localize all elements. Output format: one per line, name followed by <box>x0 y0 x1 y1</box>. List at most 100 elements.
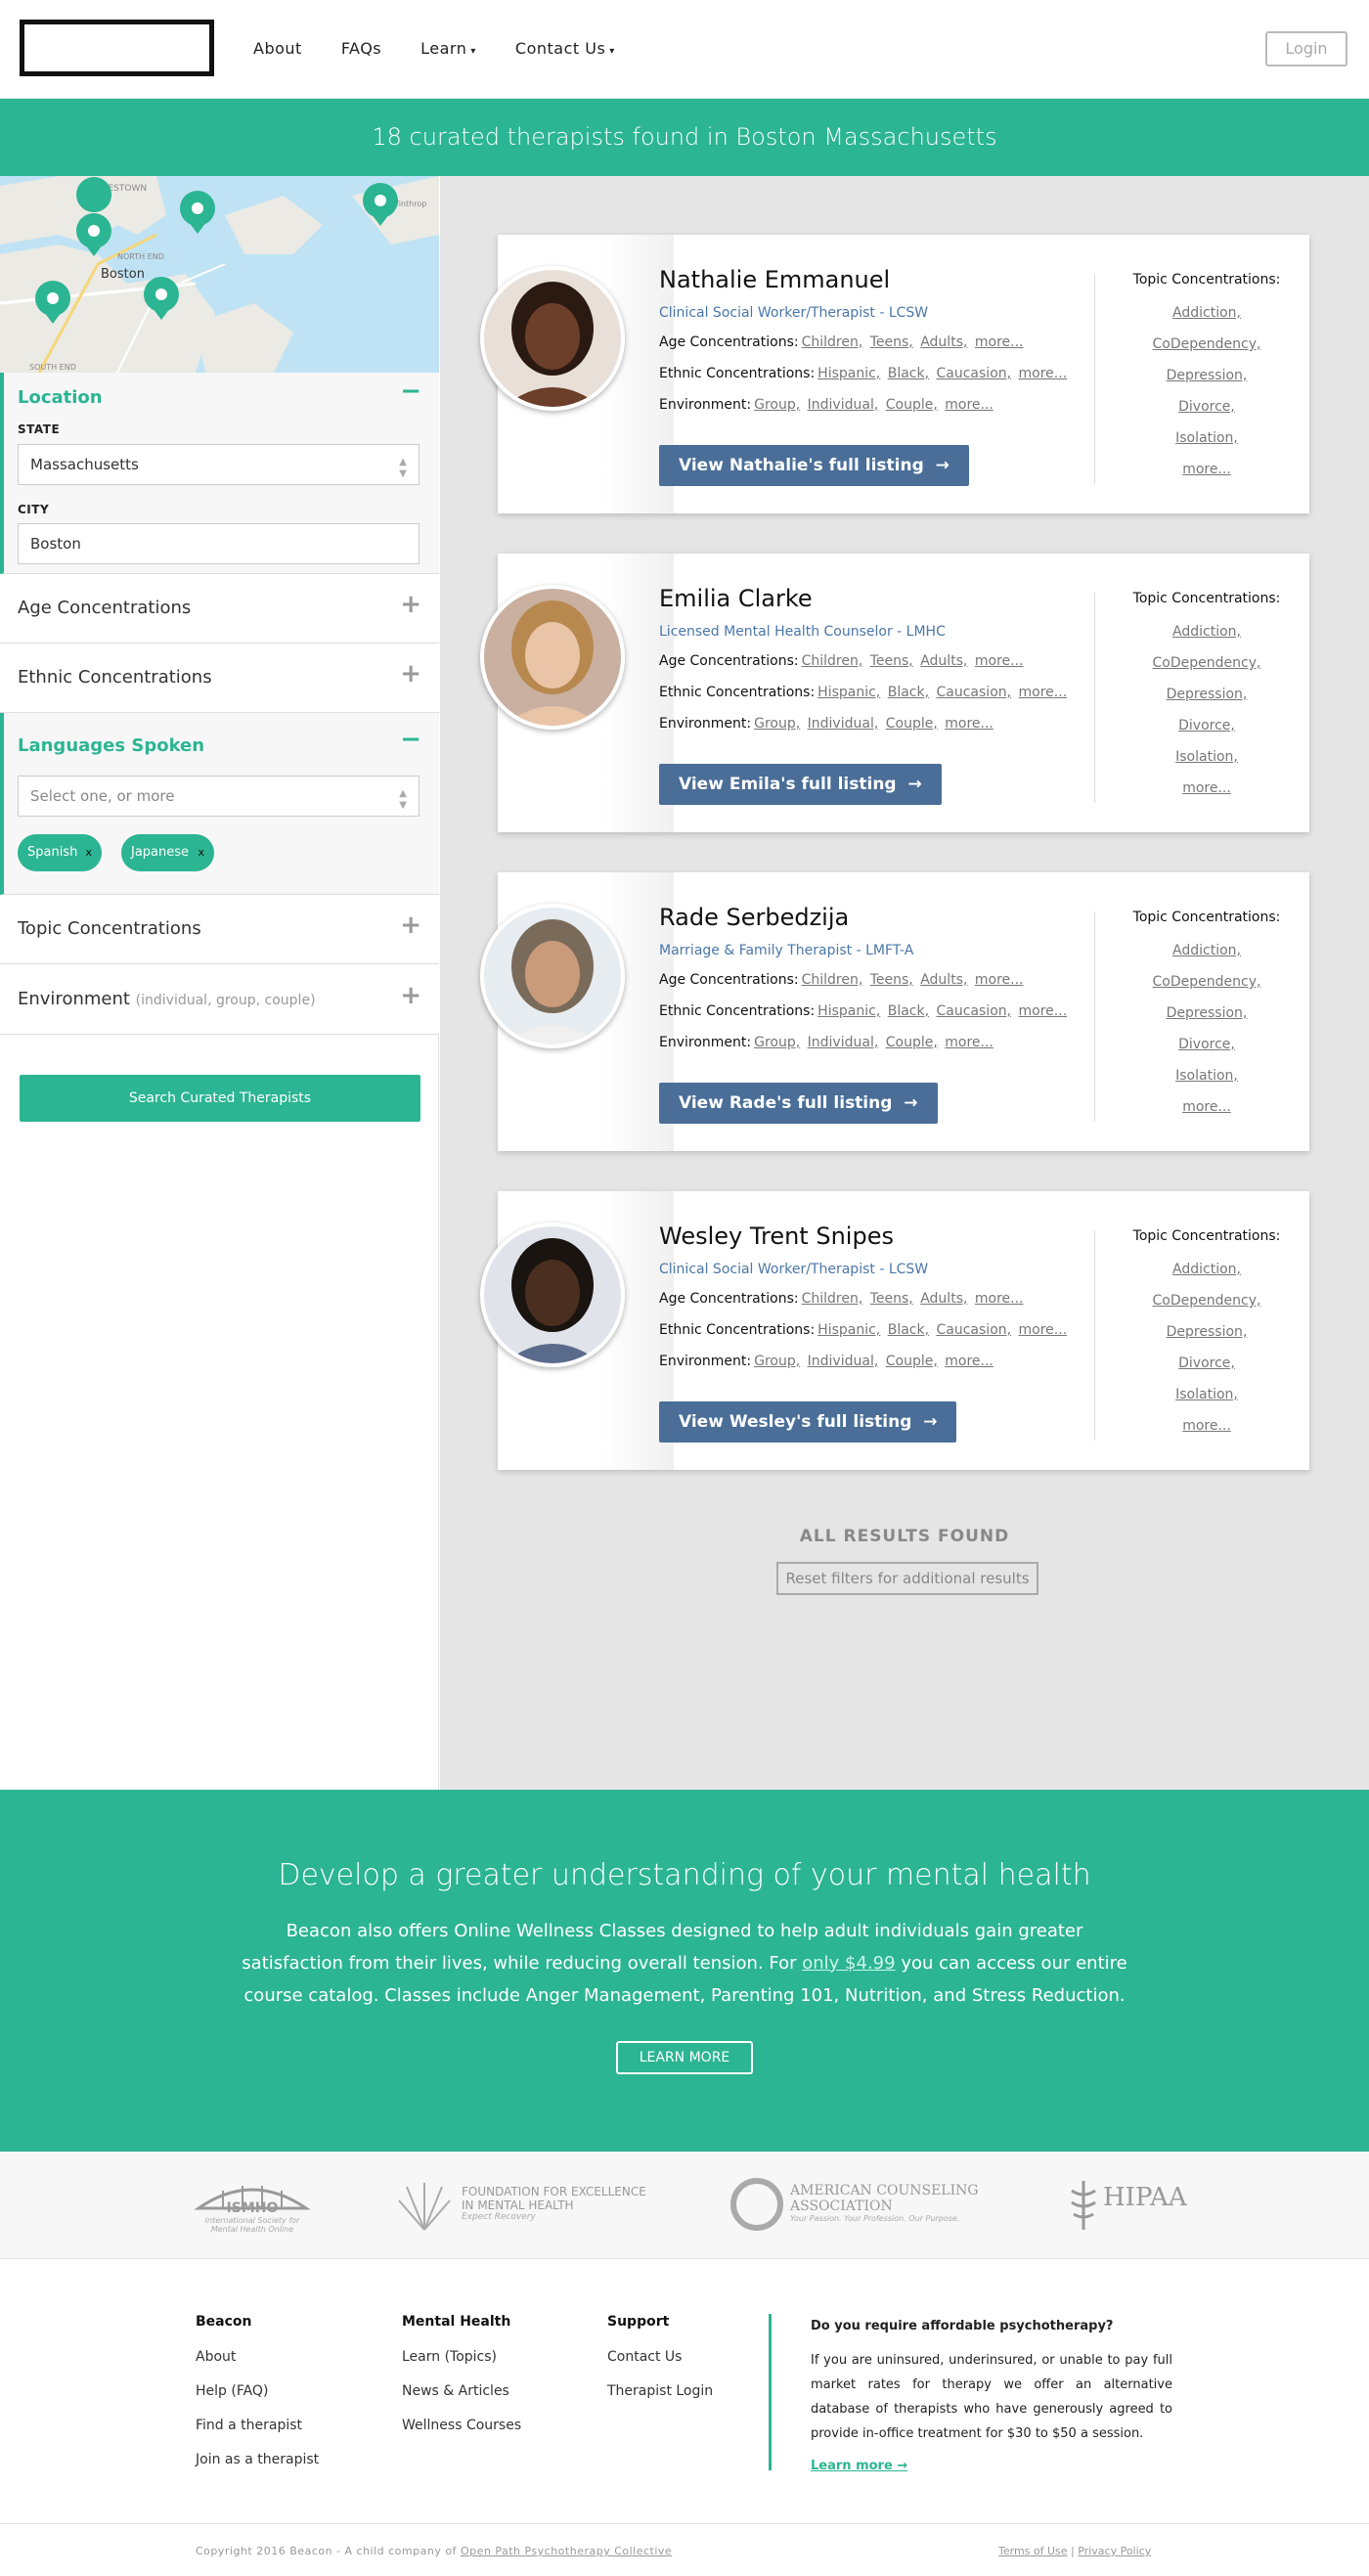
city-input[interactable]: Boston <box>18 523 420 564</box>
login-button[interactable]: Login <box>1265 31 1347 67</box>
concentration-link[interactable]: more... <box>945 1354 994 1369</box>
concentration-link[interactable]: Individual, <box>808 397 879 413</box>
avatar[interactable] <box>480 904 625 1048</box>
concentration-link[interactable]: more... <box>975 334 1024 350</box>
concentration-link[interactable]: more... <box>1019 685 1068 700</box>
footer-link[interactable]: Therapist Login <box>607 2383 713 2399</box>
concentration-link[interactable]: Caucasion, <box>937 1003 1012 1019</box>
concentration-link[interactable]: Individual, <box>808 1354 879 1369</box>
footer-link[interactable]: Help (FAQ) <box>196 2383 319 2399</box>
concentration-link[interactable]: more... <box>945 1035 994 1050</box>
concentration-link[interactable]: more... <box>975 1291 1024 1307</box>
nav-about[interactable]: About <box>253 39 302 58</box>
concentration-link[interactable]: more... <box>1019 1322 1068 1338</box>
reset-filters-button[interactable]: Reset filters for additional results <box>776 1562 1038 1595</box>
view-listing-button[interactable]: View Rade's full listing → <box>659 1083 938 1124</box>
remove-icon[interactable]: x <box>85 834 92 871</box>
topic-link[interactable]: Isolation, <box>1104 741 1309 773</box>
concentration-link[interactable]: Children, <box>802 1291 863 1307</box>
concentration-link[interactable]: Teens, <box>870 653 913 669</box>
collapse-icon[interactable]: − <box>400 377 421 406</box>
topic-filter[interactable]: Topic Concentrations + <box>0 895 439 964</box>
parent-company-link[interactable]: Open Path Psychotherapy Collective <box>461 2545 672 2557</box>
concentration-link[interactable]: more... <box>1019 366 1068 381</box>
nav-faqs[interactable]: FAQs <box>341 39 381 58</box>
privacy-link[interactable]: Privacy Policy <box>1078 2545 1151 2557</box>
topic-link[interactable]: more... <box>1104 1091 1309 1123</box>
concentration-link[interactable]: Caucasion, <box>937 1322 1012 1338</box>
topic-link[interactable]: Divorce, <box>1104 1348 1309 1379</box>
concentration-link[interactable]: Caucasion, <box>937 366 1012 381</box>
site-logo[interactable] <box>20 20 214 76</box>
ethnic-filter[interactable]: Ethnic Concentrations + <box>0 644 439 713</box>
concentration-link[interactable]: Individual, <box>808 716 879 732</box>
concentration-link[interactable]: Teens, <box>870 972 913 988</box>
concentration-link[interactable]: Black, <box>888 366 929 381</box>
location-title[interactable]: Location <box>18 387 103 408</box>
concentration-link[interactable]: Adults, <box>920 972 967 988</box>
topic-link[interactable]: CoDependency, <box>1104 329 1309 360</box>
topic-link[interactable]: Addiction, <box>1104 297 1309 329</box>
concentration-link[interactable]: more... <box>975 972 1024 988</box>
footer-link[interactable]: About <box>196 2349 319 2365</box>
topic-link[interactable]: more... <box>1104 1410 1309 1442</box>
nav-learn[interactable]: Learn ▾ <box>420 39 476 58</box>
view-listing-button[interactable]: View Nathalie's full listing → <box>659 445 969 486</box>
topic-link[interactable]: CoDependency, <box>1104 966 1309 998</box>
topic-link[interactable]: Divorce, <box>1104 391 1309 422</box>
affordable-learn-more-link[interactable]: Learn more → <box>811 2454 1172 2478</box>
avatar[interactable] <box>480 1222 625 1367</box>
topic-link[interactable]: more... <box>1104 773 1309 804</box>
footer-link[interactable]: Contact Us <box>607 2349 713 2365</box>
concentration-link[interactable]: Teens, <box>870 334 913 350</box>
concentration-link[interactable]: Caucasion, <box>937 685 1012 700</box>
concentration-link[interactable]: Children, <box>802 972 863 988</box>
promo-price-link[interactable]: only $4.99 <box>802 1953 895 1974</box>
concentration-link[interactable]: Adults, <box>920 653 967 669</box>
languages-title[interactable]: Languages Spoken <box>18 735 204 756</box>
state-select[interactable]: Massachusetts ▲ ▼ <box>18 444 420 485</box>
footer-link[interactable]: Learn (Topics) <box>402 2349 521 2365</box>
environment-filter[interactable]: Environment (individual, group, couple) … <box>0 964 439 1035</box>
collapse-icon[interactable]: − <box>400 725 421 754</box>
avatar[interactable] <box>480 585 625 730</box>
topic-link[interactable]: Divorce, <box>1104 1029 1309 1060</box>
concentration-link[interactable]: Children, <box>802 334 863 350</box>
concentration-link[interactable]: Couple, <box>886 716 938 732</box>
concentration-link[interactable]: Black, <box>888 1003 929 1019</box>
concentration-link[interactable]: Group, <box>754 1035 800 1050</box>
concentration-link[interactable]: Adults, <box>920 1291 967 1307</box>
concentration-link[interactable]: Couple, <box>886 397 938 413</box>
topic-link[interactable]: Depression, <box>1104 1316 1309 1348</box>
topic-link[interactable]: Isolation, <box>1104 1060 1309 1091</box>
concentration-link[interactable]: Hispanic, <box>817 1322 880 1338</box>
expand-icon[interactable]: + <box>400 659 421 688</box>
concentration-link[interactable]: more... <box>975 653 1024 669</box>
topic-link[interactable]: Divorce, <box>1104 710 1309 741</box>
expand-icon[interactable]: + <box>400 981 421 1010</box>
view-listing-button[interactable]: View Emila's full listing → <box>659 764 942 805</box>
concentration-link[interactable]: Couple, <box>886 1035 938 1050</box>
topic-link[interactable]: Depression, <box>1104 360 1309 391</box>
topic-link[interactable]: CoDependency, <box>1104 647 1309 679</box>
topic-link[interactable]: Isolation, <box>1104 1379 1309 1410</box>
topic-link[interactable]: Depression, <box>1104 679 1309 710</box>
therapist-name[interactable]: Nathalie Emmanuel <box>659 266 890 293</box>
view-listing-button[interactable]: View Wesley's full listing → <box>659 1401 957 1443</box>
concentration-link[interactable]: Group, <box>754 397 800 413</box>
nav-contact[interactable]: Contact Us ▾ <box>515 39 615 58</box>
footer-link[interactable]: Find a therapist <box>196 2418 319 2433</box>
search-button[interactable]: Search Curated Therapists <box>20 1075 420 1122</box>
therapist-name[interactable]: Rade Serbedzija <box>659 904 849 931</box>
concentration-link[interactable]: Group, <box>754 716 800 732</box>
topic-link[interactable]: CoDependency, <box>1104 1285 1309 1316</box>
concentration-link[interactable]: Couple, <box>886 1354 938 1369</box>
concentration-link[interactable]: Hispanic, <box>817 366 880 381</box>
topic-link[interactable]: more... <box>1104 454 1309 485</box>
concentration-link[interactable]: more... <box>945 397 994 413</box>
topic-link[interactable]: Addiction, <box>1104 1254 1309 1285</box>
concentration-link[interactable]: Group, <box>754 1354 800 1369</box>
language-chip[interactable]: Japanese x <box>121 834 214 871</box>
concentration-link[interactable]: Children, <box>802 653 863 669</box>
topic-link[interactable]: Addiction, <box>1104 935 1309 966</box>
